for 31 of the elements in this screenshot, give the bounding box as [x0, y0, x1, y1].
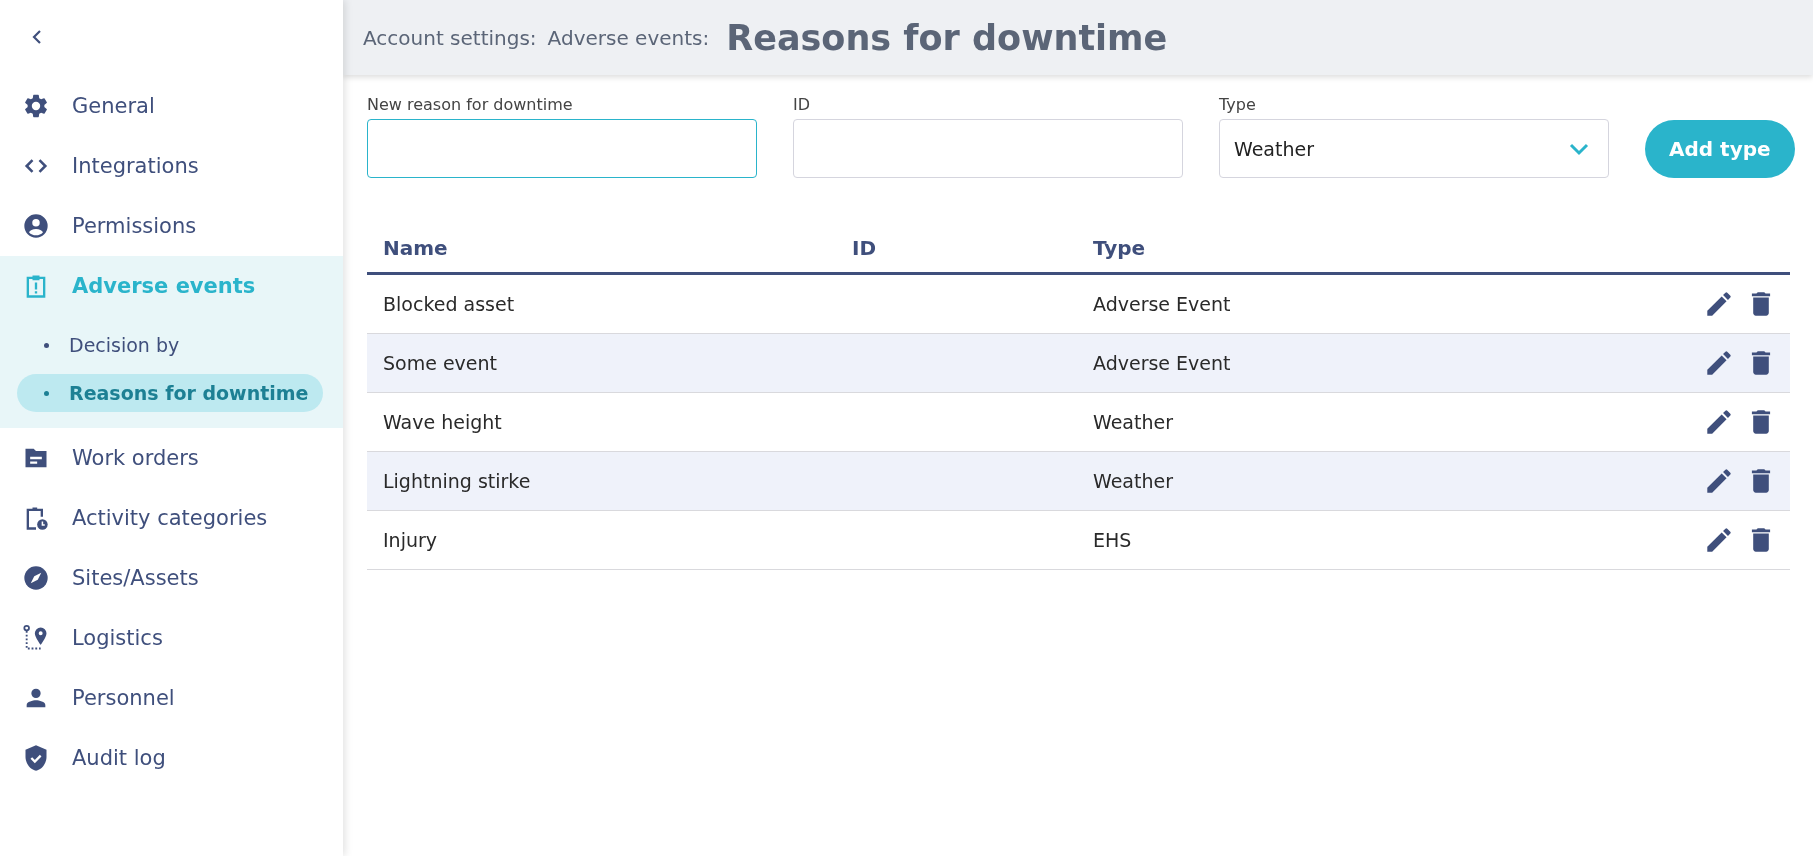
sidebar-item[interactable]: Sites/Assets: [0, 548, 343, 608]
breadcrumb[interactable]: Adverse events:: [547, 25, 710, 50]
column-header[interactable]: ID: [836, 236, 1077, 260]
sidebar-item[interactable]: Work orders: [0, 428, 343, 488]
field-label: ID: [793, 95, 812, 114]
sidebar-item[interactable]: Audit log: [0, 728, 343, 788]
sidebar-item[interactable]: Permissions: [0, 196, 343, 256]
field-label: New reason for downtime: [367, 95, 574, 114]
table-cell-text: Some event: [382, 352, 499, 374]
table-cell-text: Blocked asset: [382, 293, 516, 315]
sidebar-item[interactable]: Integrations: [0, 136, 343, 196]
sidebar-item[interactable]: Activity categories: [0, 488, 343, 548]
sidebar-item[interactable]: Personnel: [0, 668, 343, 728]
sidebar-subitem[interactable]: Decision by: [17, 326, 323, 364]
table-cell-text: Wave height: [382, 411, 503, 433]
table-cell-text: Weather: [1092, 411, 1174, 433]
table-cell-text: EHS: [1092, 529, 1133, 551]
column-header[interactable]: Type: [1077, 236, 1690, 260]
table-cell-text: Adverse Event: [1092, 293, 1232, 315]
breadcrumb[interactable]: Account settings:: [363, 25, 537, 50]
field-label: Type: [1219, 95, 1257, 114]
table-cell-text: Lightning stirke: [382, 470, 532, 492]
column-header[interactable]: Name: [367, 236, 836, 260]
sidebar-item[interactable]: General: [0, 76, 343, 136]
sidebar-subitem[interactable]: Reasons for downtime: [17, 374, 323, 412]
page-title: Reasons for downtime: [726, 17, 1168, 58]
table-cell-text: Injury: [382, 529, 439, 551]
type-dropdown[interactable]: Weather: [1219, 119, 1609, 178]
sidebar-item[interactable]: Logistics: [0, 608, 343, 668]
table-cell-text: Weather: [1092, 470, 1174, 492]
table-cell-text: Adverse Event: [1092, 352, 1232, 374]
